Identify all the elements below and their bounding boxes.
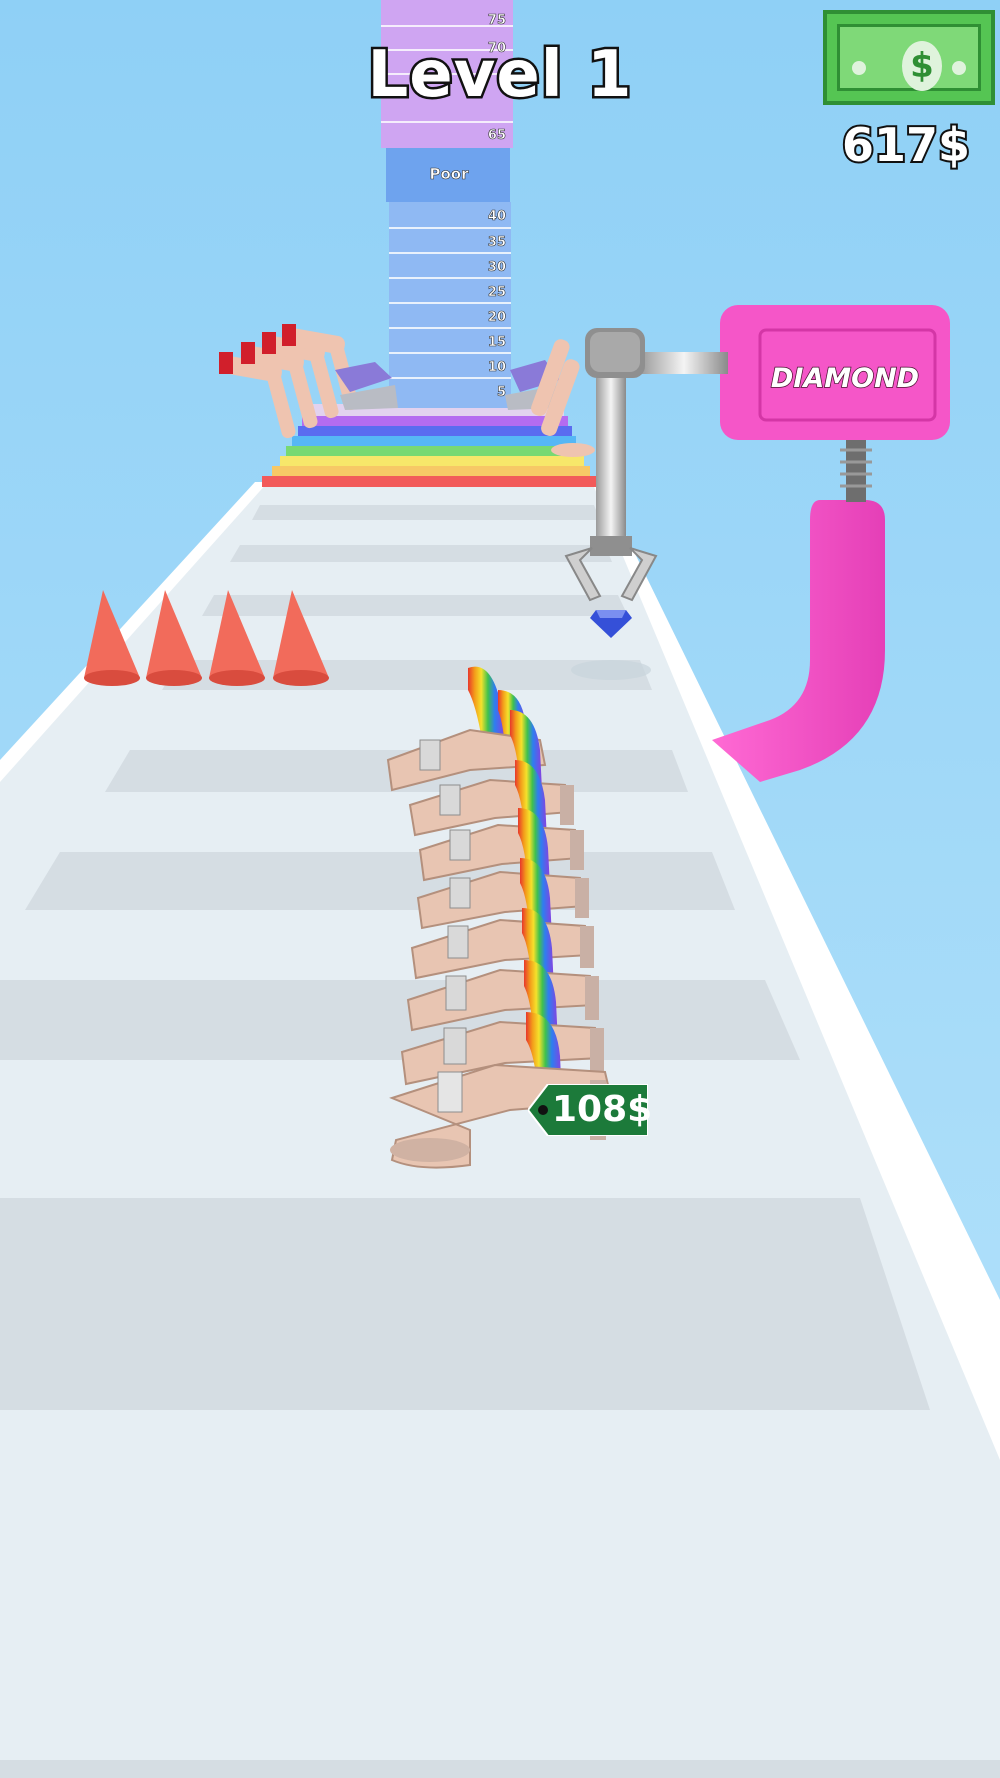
cash-dot (852, 61, 866, 75)
machine-label: DIAMOND (771, 363, 919, 394)
tower-row-5: 5 (497, 385, 506, 400)
price-tag-label: 108$ (552, 1089, 653, 1130)
tower-row-65: 65 (488, 128, 506, 143)
tower-row-poor: Poor (429, 165, 469, 183)
cash-bill-icon: $ (823, 10, 995, 105)
dollar-coin-icon: $ (902, 41, 942, 91)
tower-row-40: 40 (488, 209, 506, 224)
price-tag: 108$ (526, 1083, 653, 1137)
money-amount: 617$ (840, 116, 972, 174)
tower-row-10: 10 (488, 360, 506, 375)
cash-dot (952, 61, 966, 75)
game-scene: 75 70 65 Poor 40 35 30 25 20 15 10 5 DIA… (0, 0, 1000, 1778)
tower-row-30: 30 (488, 260, 506, 275)
tower-row-25: 25 (488, 285, 506, 300)
tower-row-20: 20 (488, 310, 506, 325)
tower-row-15: 15 (488, 335, 506, 350)
tower-row-75: 75 (488, 13, 506, 28)
tower-row-35: 35 (488, 235, 506, 250)
